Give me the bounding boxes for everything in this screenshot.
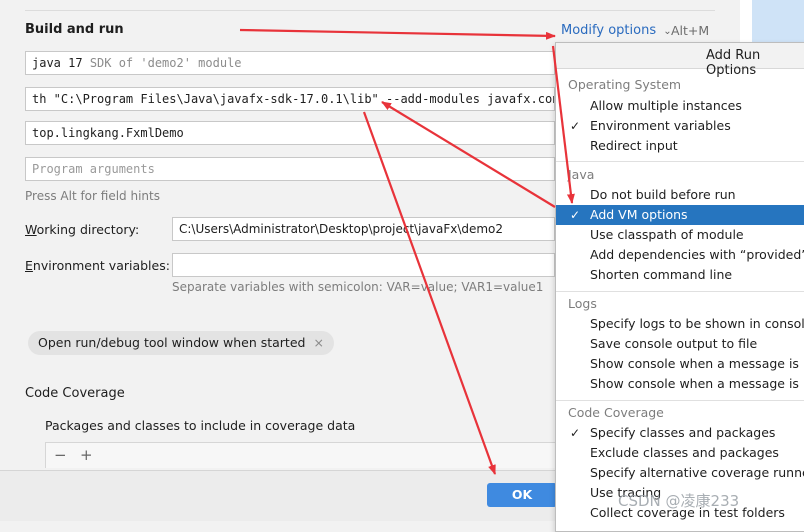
arrow-to-modify-options (239, 28, 556, 40)
annotation-arrows (239, 28, 575, 475)
arrow-to-add-vm-options (551, 45, 575, 204)
arrow-to-vm-field (381, 101, 556, 208)
arrow-to-ok (362, 111, 497, 475)
